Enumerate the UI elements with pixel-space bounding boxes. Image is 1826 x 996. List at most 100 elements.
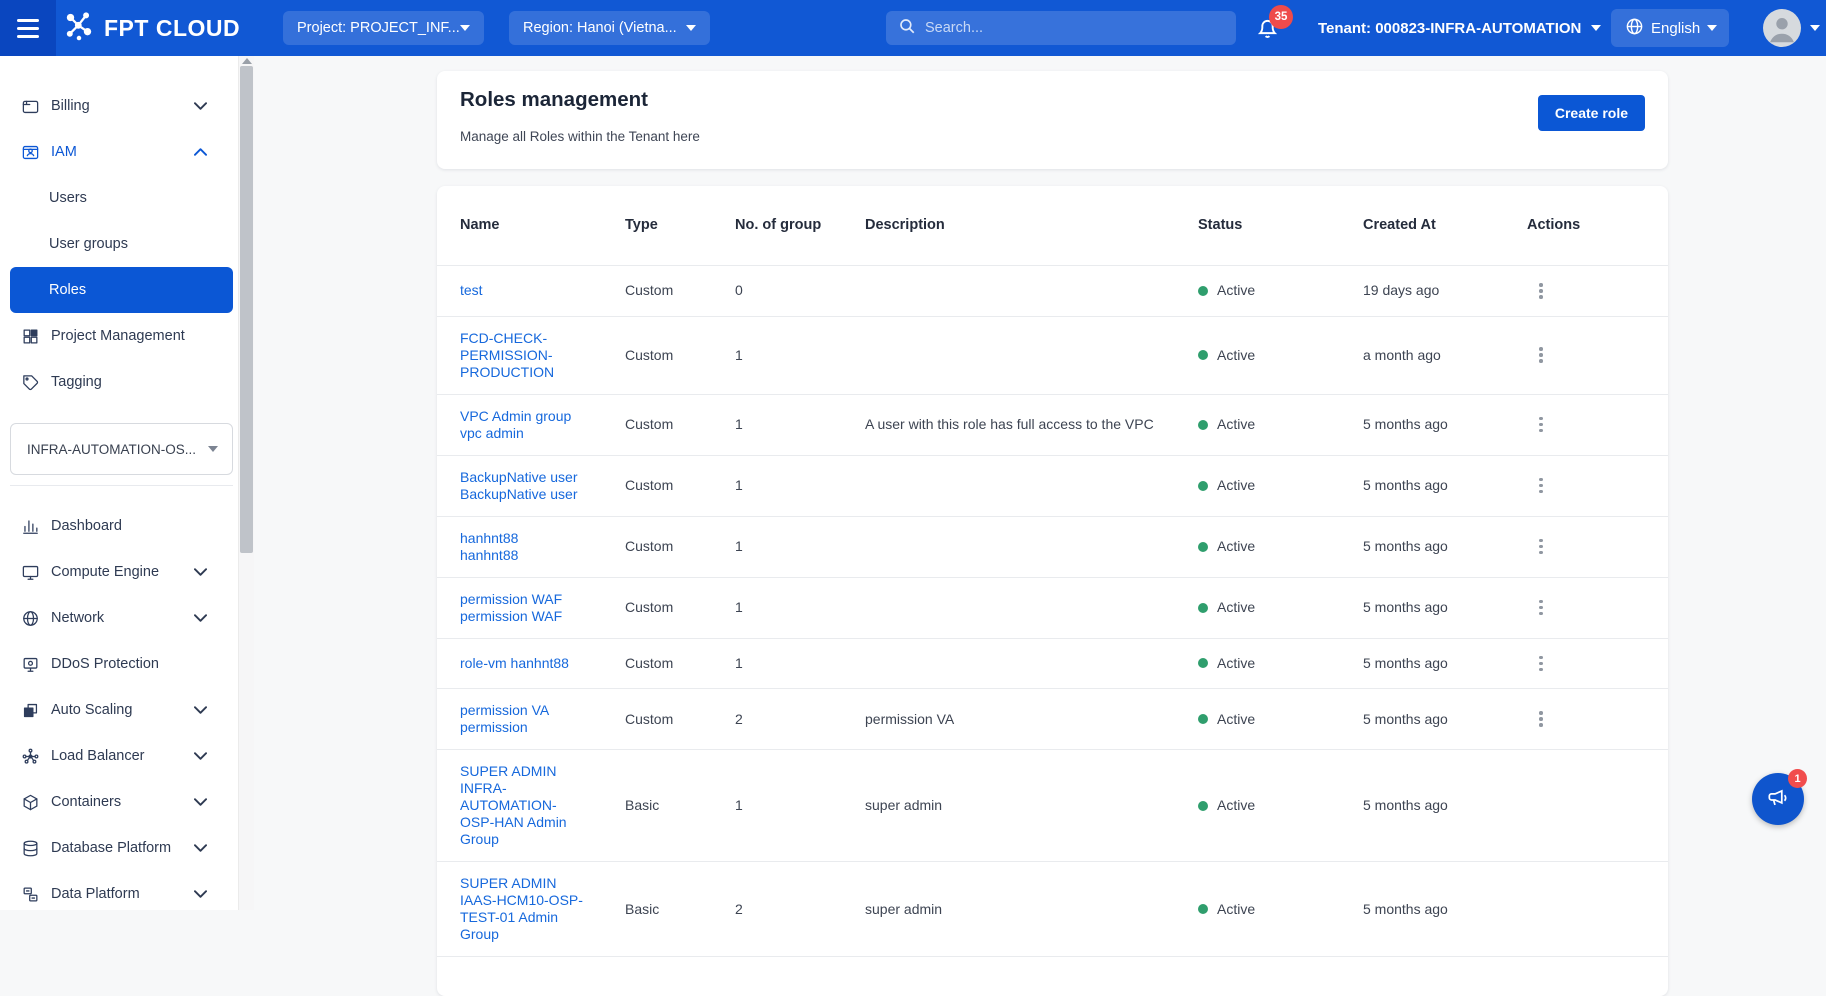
role-type: Custom: [625, 347, 735, 364]
status-badge: Active: [1198, 797, 1363, 814]
row-actions-button[interactable]: [1533, 413, 1549, 437]
row-actions-button[interactable]: [1533, 279, 1549, 303]
region-selector[interactable]: Region: Hanoi (Vietna...: [509, 11, 710, 45]
table-row: testCustom0Active19 days ago: [437, 266, 1668, 317]
hamburger-menu-button[interactable]: [0, 0, 56, 56]
status-dot-icon: [1198, 420, 1208, 430]
create-role-button[interactable]: Create role: [1538, 95, 1645, 131]
table-row: permission VA permissionCustom2permissio…: [437, 689, 1668, 750]
sidebar-item-label: Dashboard: [51, 518, 122, 534]
sidebar-item-containers[interactable]: Containers: [10, 779, 233, 825]
role-name-link[interactable]: BackupNative user BackupNative user: [460, 469, 578, 502]
role-groups-count: 0: [735, 282, 865, 299]
sidebar-item-iam[interactable]: IAM: [10, 129, 233, 175]
role-name-link[interactable]: SUPER ADMIN IAAS-HCM10-OSP- TEST-01 Admi…: [460, 875, 583, 942]
sidebar-menu-bottom: Dashboard Compute Engine Network DDoS Prote…: [0, 486, 238, 917]
scroll-up-arrow-icon[interactable]: [242, 58, 252, 64]
role-groups-count: 2: [735, 901, 865, 918]
sidebar-item-project-management[interactable]: Project Management: [10, 313, 233, 359]
sidebar-item-tagging[interactable]: Tagging: [10, 359, 233, 405]
role-name-link[interactable]: FCD-CHECK- PERMISSION- PRODUCTION: [460, 330, 554, 380]
sidebar-item-label: Tagging: [51, 374, 102, 390]
chevron-down-icon: [460, 25, 470, 31]
role-name-link[interactable]: test: [460, 282, 483, 298]
role-groups-count: 1: [735, 538, 865, 555]
row-actions-cell: [1527, 474, 1668, 498]
row-actions-button[interactable]: [1533, 474, 1549, 498]
row-actions-button[interactable]: [1533, 596, 1549, 620]
column-header-actions: Actions: [1527, 217, 1668, 234]
sidebar-item-label: DDoS Protection: [51, 656, 159, 672]
status-label: Active: [1217, 655, 1255, 672]
roles-table-card: NameTypeNo. of groupDescriptionStatusCre…: [437, 186, 1668, 996]
fpt-cloud-logo: FPT CLOUD: [62, 0, 240, 56]
sidebar-item-database-platform[interactable]: Database Platform: [10, 825, 233, 871]
role-name-link[interactable]: permission VA permission: [460, 702, 549, 735]
tenant-selector[interactable]: Tenant: 000823-INFRA-AUTOMATION: [1318, 0, 1601, 56]
row-actions-button[interactable]: [1533, 707, 1549, 731]
notification-badge: 35: [1269, 5, 1293, 29]
project-management-icon: [20, 326, 40, 346]
sidebar-item-label: Load Balancer: [51, 748, 145, 764]
announcement-badge: 1: [1788, 769, 1807, 788]
role-created-at: 5 months ago: [1363, 477, 1527, 494]
sidebar-item-auto-scaling[interactable]: Auto Scaling: [10, 687, 233, 733]
dashboard-icon: [20, 516, 40, 536]
project-selector[interactable]: Project: PROJECT_INF...: [283, 11, 484, 45]
role-name-link[interactable]: role-vm hanhnt88: [460, 655, 569, 671]
role-name-link[interactable]: VPC Admin group vpc admin: [460, 408, 571, 441]
row-actions-button[interactable]: [1533, 652, 1549, 676]
sidebar-scrollbar[interactable]: [238, 56, 254, 910]
row-actions-button[interactable]: [1533, 535, 1549, 559]
role-name-link[interactable]: permission WAF permission WAF: [460, 591, 562, 624]
sidebar-item-ddos-protection[interactable]: DDoS Protection: [10, 641, 233, 687]
sidebar-item-label: Billing: [51, 98, 90, 114]
status-dot-icon: [1198, 350, 1208, 360]
sidebar-item-label: Network: [51, 610, 104, 626]
sidebar-item-data-platform[interactable]: Data Platform: [10, 871, 233, 917]
column-header-created-at: Created At: [1363, 217, 1527, 234]
billing-icon: [20, 96, 40, 116]
search-input[interactable]: [925, 20, 1224, 36]
role-groups-count: 1: [735, 797, 865, 814]
sidebar-item-network[interactable]: Network: [10, 595, 233, 641]
role-type: Basic: [625, 797, 735, 814]
language-selector[interactable]: English: [1611, 9, 1729, 47]
main-content: Roles management Manage all Roles within…: [254, 56, 1826, 910]
scrollbar-thumb[interactable]: [240, 66, 253, 553]
row-actions-button[interactable]: [1533, 343, 1549, 367]
sidebar-item-compute-engine[interactable]: Compute Engine: [10, 549, 233, 595]
sidebar-item-label: Compute Engine: [51, 564, 159, 580]
iam-icon: [20, 142, 40, 162]
top-header-bar: FPT CLOUD Project: PROJECT_INF... Region…: [0, 0, 1826, 56]
compute-engine-icon: [20, 562, 40, 582]
role-created-at: 5 months ago: [1363, 599, 1527, 616]
roles-table-body: testCustom0Active19 days ago FCD-CHECK- P…: [437, 266, 1668, 957]
tenant-selector-label: Tenant: 000823-INFRA-AUTOMATION: [1318, 20, 1581, 37]
sidebar-item-label: Auto Scaling: [51, 702, 132, 718]
account-menu-button[interactable]: [1763, 0, 1820, 56]
chevron-down-icon: [194, 890, 207, 898]
sidebar-item-dashboard[interactable]: Dashboard: [10, 503, 233, 549]
role-type: Custom: [625, 416, 735, 433]
status-dot-icon: [1198, 904, 1208, 914]
table-row: permission WAF permission WAFCustom1Acti…: [437, 578, 1668, 639]
row-actions-cell: [1527, 413, 1668, 437]
sidebar-item-users[interactable]: Users: [10, 175, 233, 221]
row-actions-cell: [1527, 707, 1668, 731]
status-label: Active: [1217, 599, 1255, 616]
role-name-link[interactable]: SUPER ADMIN INFRA- AUTOMATION- OSP-HAN A…: [460, 763, 567, 847]
sidebar-item-user-groups[interactable]: User groups: [10, 221, 233, 267]
table-row: role-vm hanhnt88Custom1Active5 months ag…: [437, 639, 1668, 690]
vpc-selector[interactable]: INFRA-AUTOMATION-OS...: [10, 423, 233, 475]
status-label: Active: [1217, 711, 1255, 728]
role-type: Custom: [625, 711, 735, 728]
containers-icon: [20, 792, 40, 812]
sidebar-item-roles[interactable]: Roles: [10, 267, 233, 313]
tagging-icon: [20, 372, 40, 392]
sidebar-item-load-balancer[interactable]: Load Balancer: [10, 733, 233, 779]
sidebar-item-billing[interactable]: Billing: [10, 83, 233, 129]
role-name-link[interactable]: hanhnt88 hanhnt88: [460, 530, 518, 563]
role-type: Custom: [625, 477, 735, 494]
load-balancer-icon: [20, 746, 40, 766]
